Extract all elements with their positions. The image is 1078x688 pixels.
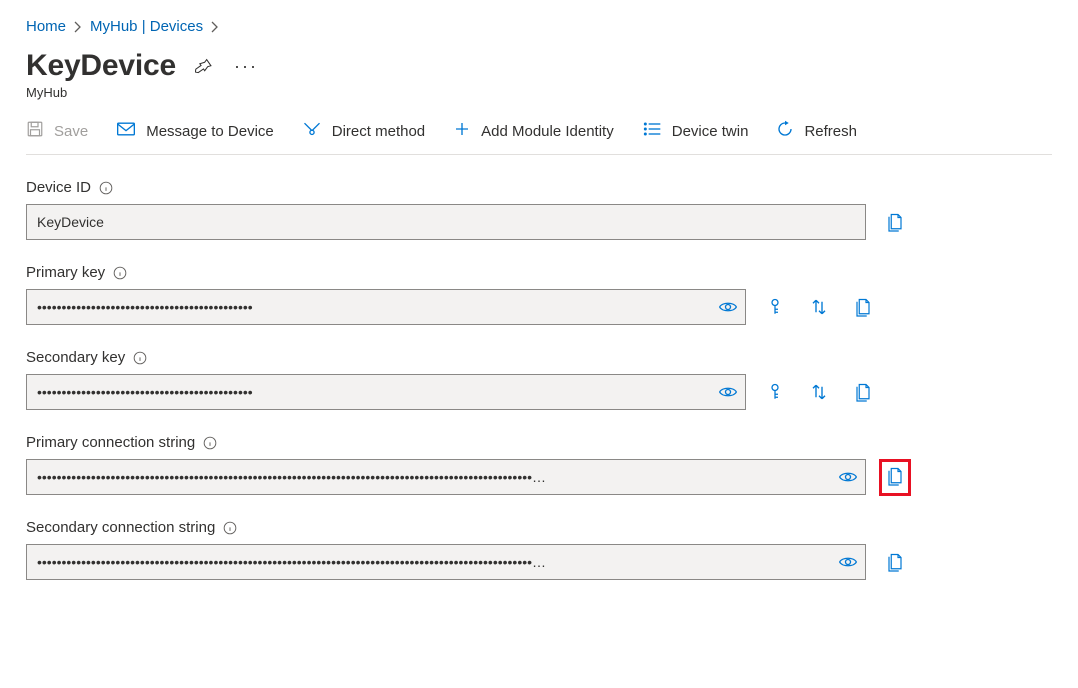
primary-connection-string-field: Primary connection string [26, 434, 1052, 495]
regenerate-secondary-key-button[interactable] [766, 382, 784, 402]
show-primary-conn-button[interactable] [838, 469, 858, 485]
direct-method-label: Direct method [332, 123, 425, 140]
regenerate-primary-key-button[interactable] [766, 297, 784, 317]
save-icon [26, 120, 44, 142]
message-label: Message to Device [146, 123, 274, 140]
envelope-icon [116, 120, 136, 142]
plus-icon [453, 120, 471, 142]
info-icon[interactable] [223, 521, 237, 535]
device-id-label: Device ID [26, 179, 91, 196]
copy-primary-conn-button[interactable] [886, 466, 904, 486]
add-module-label: Add Module Identity [481, 123, 614, 140]
device-id-input[interactable] [26, 204, 866, 240]
highlight-callout [879, 459, 911, 496]
save-button: Save [26, 120, 88, 142]
show-primary-key-button[interactable] [718, 299, 738, 315]
secondary-key-input[interactable] [26, 374, 746, 410]
refresh-button[interactable]: Refresh [776, 120, 857, 142]
swap-keys-button[interactable] [810, 297, 828, 317]
info-icon[interactable] [203, 436, 217, 450]
breadcrumb-hub-devices[interactable]: MyHub | Devices [90, 18, 203, 35]
page-subtitle: MyHub [26, 85, 1052, 100]
breadcrumb-home[interactable]: Home [26, 18, 66, 35]
copy-secondary-conn-button[interactable] [886, 552, 904, 572]
device-id-field: Device ID [26, 179, 1052, 240]
direct-method-icon [302, 120, 322, 142]
secondary-key-field: Secondary key [26, 349, 1052, 410]
primary-conn-input[interactable] [26, 459, 866, 495]
direct-method-button[interactable]: Direct method [302, 120, 425, 142]
more-icon[interactable]: ··· [232, 52, 260, 80]
device-twin-label: Device twin [672, 123, 749, 140]
refresh-label: Refresh [804, 123, 857, 140]
chevron-right-icon [211, 21, 219, 33]
page-title: KeyDevice [26, 49, 176, 83]
breadcrumb: Home MyHub | Devices [26, 18, 1052, 35]
secondary-conn-input[interactable] [26, 544, 866, 580]
save-label: Save [54, 123, 88, 140]
info-icon[interactable] [113, 266, 127, 280]
secondary-conn-label: Secondary connection string [26, 519, 215, 536]
pin-icon[interactable] [190, 52, 218, 80]
copy-primary-key-button[interactable] [854, 297, 872, 317]
list-icon [642, 120, 662, 142]
chevron-right-icon [74, 21, 82, 33]
info-icon[interactable] [99, 181, 113, 195]
message-to-device-button[interactable]: Message to Device [116, 120, 274, 142]
copy-device-id-button[interactable] [886, 212, 904, 232]
secondary-connection-string-field: Secondary connection string [26, 519, 1052, 580]
primary-conn-label: Primary connection string [26, 434, 195, 451]
show-secondary-key-button[interactable] [718, 384, 738, 400]
copy-secondary-key-button[interactable] [854, 382, 872, 402]
toolbar: Save Message to Device Direct method [26, 120, 1052, 155]
secondary-key-label: Secondary key [26, 349, 125, 366]
device-twin-button[interactable]: Device twin [642, 120, 749, 142]
refresh-icon [776, 120, 794, 142]
primary-key-input[interactable] [26, 289, 746, 325]
primary-key-label: Primary key [26, 264, 105, 281]
info-icon[interactable] [133, 351, 147, 365]
add-module-button[interactable]: Add Module Identity [453, 120, 614, 142]
primary-key-field: Primary key [26, 264, 1052, 325]
show-secondary-conn-button[interactable] [838, 554, 858, 570]
swap-keys-button[interactable] [810, 382, 828, 402]
